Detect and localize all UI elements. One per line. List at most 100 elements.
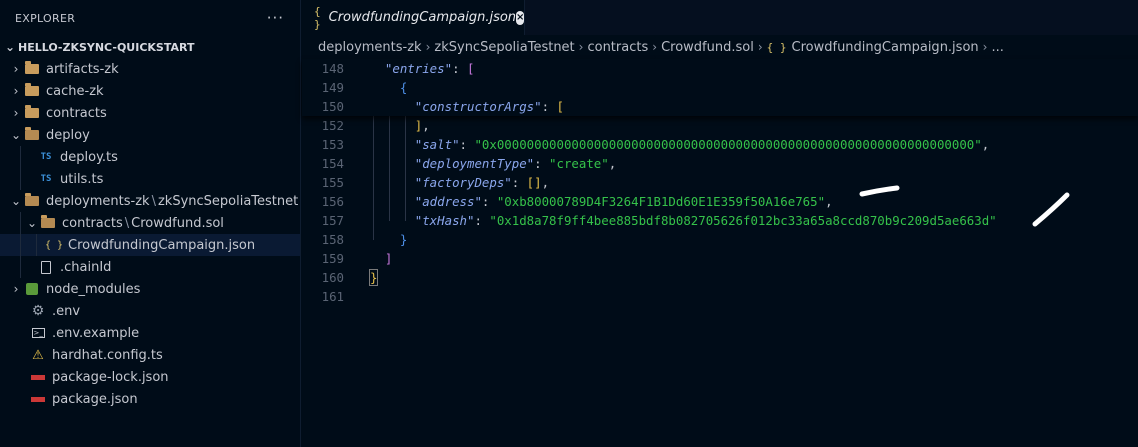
tree-item-contracts-crowdfund[interactable]: ⌄ contracts \ Crowdfund.sol	[0, 212, 300, 234]
line-number: 159	[321, 251, 344, 266]
tree-item-deployments-zk[interactable]: ⌄ deployments-zk \ zkSyncSepoliaTestnet	[0, 190, 300, 212]
warning-icon: ⚠	[32, 347, 44, 363]
tree-item-utils-ts[interactable]: TS utils.ts	[0, 168, 300, 190]
code-line: 159 ]	[302, 249, 1138, 268]
json-key: "txHash"	[414, 213, 475, 228]
tree-item-package-lock[interactable]: package-lock.json	[0, 366, 300, 388]
project-root[interactable]: ⌄ HELLO-ZKSYNC-QUICKSTART	[0, 36, 300, 58]
bracket: [	[466, 61, 475, 76]
tree-item-hardhat-config[interactable]: ⚠ hardhat.config.ts	[0, 344, 300, 366]
line-number: 149	[321, 80, 344, 95]
json-icon: { }	[314, 4, 321, 31]
breadcrumb-item[interactable]: CrowdfundingCampaign.json	[792, 40, 979, 55]
path-separator: \	[124, 215, 130, 231]
tree-item-label: zkSyncSepoliaTestnet	[157, 193, 299, 209]
breadcrumb-item[interactable]: Crowdfund.sol	[661, 40, 754, 55]
chevron-right-icon: ›	[13, 84, 19, 98]
bracket: [	[556, 99, 564, 114]
tree-item-deploy-ts[interactable]: TS deploy.ts	[0, 146, 300, 168]
json-key: "constructorArgs"	[414, 99, 542, 114]
bracket: ]	[384, 251, 393, 266]
chevron-right-icon: ›	[13, 106, 19, 120]
more-actions-button[interactable]: ···	[267, 9, 284, 27]
explorer-header: EXPLORER ···	[0, 0, 300, 36]
close-icon[interactable]: ×	[516, 10, 525, 25]
tree-item-crowdfunding-campaign-json[interactable]: { } CrowdfundingCampaign.json	[0, 234, 300, 256]
tree-item-node-modules[interactable]: › node_modules	[0, 278, 300, 300]
breadcrumb-item[interactable]: contracts	[587, 40, 648, 55]
breadcrumb-item[interactable]: ...	[991, 40, 1003, 55]
code-editor[interactable]: 148 "entries": [ 149 { 150 "constructorA…	[302, 59, 1138, 306]
json-key: "deploymentType"	[414, 156, 535, 171]
chevron-right-icon: ›	[425, 40, 431, 54]
json-string: "0xb80000789D4F3264F1B1Dd60E1E359f50A16e…	[496, 194, 826, 209]
tree-item-deploy[interactable]: ⌄ deploy	[0, 124, 300, 146]
tab-bar: { } CrowdfundingCampaign.json ×	[302, 0, 1138, 35]
chevron-right-icon: ›	[982, 40, 988, 54]
chevron-right-icon: ›	[652, 40, 658, 54]
chevron-down-icon: ⌄	[10, 128, 22, 142]
tab-label: CrowdfundingCampaign.json	[328, 10, 517, 25]
tree-item-label: package-lock.json	[52, 369, 169, 385]
code-line: 153 "salt": "0x0000000000000000000000000…	[302, 135, 1138, 154]
tree-item-label: package.json	[52, 391, 138, 407]
bracket: }	[368, 269, 379, 286]
chevron-down-icon: ⌄	[10, 194, 22, 208]
tab-crowdfunding-campaign-json[interactable]: { } CrowdfundingCampaign.json ×	[302, 0, 525, 35]
json-string: "create"	[549, 156, 609, 171]
chevron-right-icon: ›	[757, 40, 763, 54]
tree-item-label: artifacts-zk	[46, 61, 119, 77]
code-line: 161	[302, 287, 1138, 306]
folder-open-icon	[40, 215, 56, 231]
folder-open-icon	[24, 127, 40, 143]
code-line: 149 {	[302, 78, 1138, 97]
tree-item-label: deploy	[46, 127, 90, 143]
folder-icon	[24, 83, 40, 99]
tree-item-chainid[interactable]: .chainId	[0, 256, 300, 278]
tree-item-contracts[interactable]: › contracts	[0, 102, 300, 124]
tree-item-label: utils.ts	[60, 171, 104, 187]
tree-item-env[interactable]: ⚙ .env	[0, 300, 300, 322]
line-number: 158	[321, 232, 344, 247]
line-number: 161	[321, 289, 344, 304]
breadcrumb-item[interactable]: zkSyncSepoliaTestnet	[434, 40, 574, 55]
line-number: 148	[321, 61, 344, 76]
tree-item-label: deploy.ts	[60, 149, 118, 165]
tree-item-cache-zk[interactable]: › cache-zk	[0, 80, 300, 102]
tree-item-label: Crowdfund.sol	[131, 215, 224, 231]
typescript-icon: TS	[40, 174, 52, 184]
json-icon: { }	[766, 40, 787, 54]
code-line: 155 "factoryDeps": [],	[302, 173, 1138, 192]
tree-item-label: .chainId	[60, 259, 112, 275]
json-string: "0x0000000000000000000000000000000000000…	[474, 137, 982, 152]
tree-item-env-example[interactable]: >_ .env.example	[0, 322, 300, 344]
json-key: "salt"	[414, 137, 460, 152]
npm-icon	[30, 391, 46, 407]
code-line: 157 "txHash": "0x1d8a78f9ff4bee885bdf8b0…	[302, 211, 1138, 230]
line-number: 155	[321, 175, 344, 190]
breadcrumb: deployments-zk › zkSyncSepoliaTestnet › …	[302, 35, 1138, 59]
npm-icon	[30, 369, 46, 385]
chevron-right-icon: ›	[13, 282, 19, 296]
chevron-down-icon: ⌄	[26, 216, 38, 230]
tree-item-label: .env	[52, 303, 81, 319]
code-line: 156 "address": "0xb80000789D4F3264F1B1Dd…	[302, 192, 1138, 211]
tree-item-label: hardhat.config.ts	[52, 347, 163, 363]
tree-item-label: .env.example	[52, 325, 140, 341]
bracket: {	[399, 80, 408, 95]
line-number: 150	[321, 99, 344, 114]
json-string: "0x1d8a78f9ff4bee885bdf8b082705626f012bc…	[489, 213, 997, 228]
breadcrumb-item[interactable]: deployments-zk	[318, 40, 422, 55]
tree-item-artifacts-zk[interactable]: › artifacts-zk	[0, 58, 300, 80]
sticky-scroll: 148 "entries": [ 149 { 150 "constructorA…	[302, 59, 1138, 116]
line-number: 152	[321, 118, 344, 133]
line-number: 160	[321, 270, 344, 285]
line-number: 156	[321, 194, 344, 209]
tree-item-label: deployments-zk	[46, 193, 150, 209]
json-key: "entries"	[384, 61, 453, 76]
code-line: 148 "entries": [	[302, 59, 1138, 78]
tree-item-package-json[interactable]: package.json	[0, 388, 300, 410]
chevron-right-icon: ›	[13, 62, 19, 76]
code-line: 158 }	[302, 230, 1138, 249]
code-line: 152 ],	[302, 116, 1138, 135]
